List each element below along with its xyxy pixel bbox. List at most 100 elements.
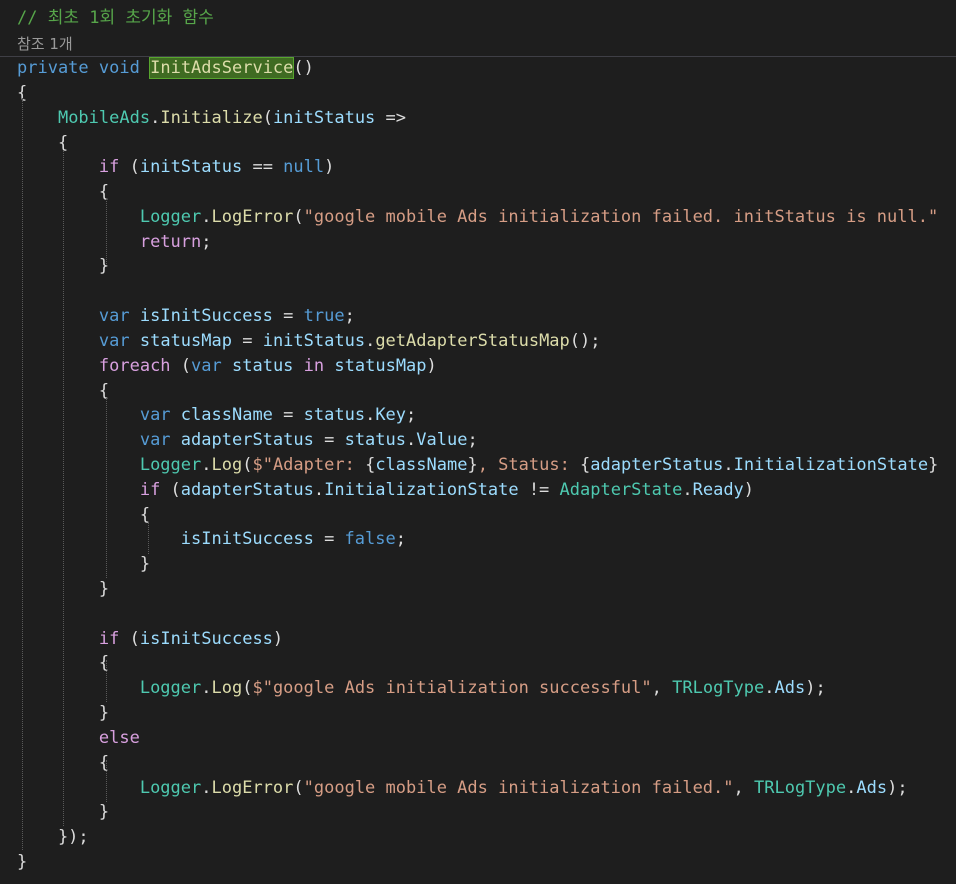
code-token-text: .: [201, 455, 212, 475]
code-token-text: .: [682, 480, 693, 500]
code-token-text: =: [272, 405, 304, 425]
code-token-keyword: void: [98, 58, 140, 78]
code-token-identifier: InitializationState: [324, 480, 519, 500]
code-token-text: =>: [375, 108, 407, 128]
code-token-type: Logger: [139, 455, 202, 475]
code-token-control: if: [98, 157, 120, 177]
code-token-control: in: [303, 356, 325, 376]
code-line: Logger.LogError("google mobile Ads initi…: [17, 776, 908, 800]
code-line: private void InitAdsService(): [17, 56, 314, 80]
code-token-text: }: [467, 455, 478, 475]
code-token-identifier: className: [375, 455, 468, 475]
code-line: if (isInitSuccess): [17, 627, 283, 651]
codelens-references[interactable]: 참조 1개: [17, 32, 73, 56]
code-token-identifier: Ready: [692, 480, 744, 500]
code-token-text: .: [201, 778, 212, 798]
code-token-identifier: initStatus: [262, 331, 366, 351]
code-editor[interactable]: // 최초 1회 초기화 함수참조 1개 private void InitAds…: [0, 0, 956, 884]
code-token-identifier: initStatus: [272, 108, 376, 128]
code-token-control: else: [98, 728, 140, 748]
code-line: var className = status.Key;: [17, 403, 416, 427]
code-token-type: Logger: [139, 678, 202, 698]
code-token-identifier: isInitSuccess: [139, 306, 273, 326]
code-line: var isInitSuccess = true;: [17, 304, 355, 328]
code-token-type: AdapterState: [559, 480, 683, 500]
code-token-text: (: [242, 455, 253, 475]
code-token-identifier: adapterStatus: [180, 480, 314, 500]
indent-guide: [106, 198, 107, 264]
code-token-identifier: className: [180, 405, 273, 425]
code-token-identifier: Key: [375, 405, 407, 425]
code-token-keyword: null: [283, 157, 325, 177]
code-token-text: !=: [518, 480, 560, 500]
code-token-identifier: InitializationState: [733, 455, 929, 475]
code-token-identifier: isInitSuccess: [180, 529, 314, 549]
code-token-method: Log: [211, 678, 243, 698]
code-token-text: );: [887, 778, 908, 798]
code-token-text: ): [272, 629, 284, 649]
code-token-text: .: [764, 678, 775, 698]
code-line: else: [17, 726, 140, 750]
code-token-identifier: Ads: [774, 678, 806, 698]
code-token-text: .: [201, 678, 212, 698]
code-token-text: ();: [569, 331, 601, 351]
code-token-text: .: [150, 108, 161, 128]
code-token-comment: // 최초 1회 초기화 함수: [17, 8, 214, 28]
code-line: var adapterStatus = status.Value;: [17, 428, 478, 452]
indent-guide: [106, 760, 107, 802]
code-token-type: Logger: [139, 207, 202, 227]
code-line: });: [17, 825, 89, 849]
code-token-text: ;: [406, 405, 417, 425]
code-token-text: =: [313, 529, 345, 549]
code-line: // 최초 1회 초기화 함수: [17, 6, 214, 30]
code-token-identifier: initStatus: [139, 157, 243, 177]
code-line: foreach (var status in statusMap): [17, 354, 437, 378]
code-token-text: {: [365, 455, 376, 475]
code-token-string: $"google Ads initialization successful": [252, 678, 652, 698]
code-token-type: TRLogType: [672, 678, 765, 698]
code-token-text: .: [846, 778, 857, 798]
code-line: {: [17, 503, 150, 527]
code-token-text: .: [313, 480, 325, 500]
code-token-text: ;: [395, 529, 406, 549]
code-line: MobileAds.Initialize(initStatus =>: [17, 106, 406, 130]
code-token-text: (): [293, 58, 314, 78]
code-line: if (adapterStatus.InitializationState !=…: [17, 478, 754, 502]
code-token-keyword: true: [303, 306, 345, 326]
code-token-control: foreach: [98, 356, 171, 376]
code-token-identifier: adapterStatus: [180, 430, 314, 450]
code-token-text: (: [293, 778, 304, 798]
code-token-identifier: statusMap: [139, 331, 232, 351]
code-line: Logger.LogError("google mobile Ads initi…: [17, 205, 938, 229]
code-token-text: (: [242, 678, 253, 698]
code-token-identifier: Ads: [856, 778, 888, 798]
code-token-control: if: [139, 480, 161, 500]
code-token-text: (: [262, 108, 273, 128]
code-token-string: , Status:: [477, 455, 581, 475]
code-token-text: {: [580, 455, 591, 475]
code-token-method: Log: [211, 455, 243, 475]
code-line: return;: [17, 230, 212, 254]
code-token-text: ): [426, 356, 437, 376]
code-token-identifier: status: [344, 430, 406, 450]
code-token-text: ): [324, 157, 335, 177]
code-token-method: Initialize: [160, 108, 263, 128]
code-token-keyword: var: [98, 306, 130, 326]
